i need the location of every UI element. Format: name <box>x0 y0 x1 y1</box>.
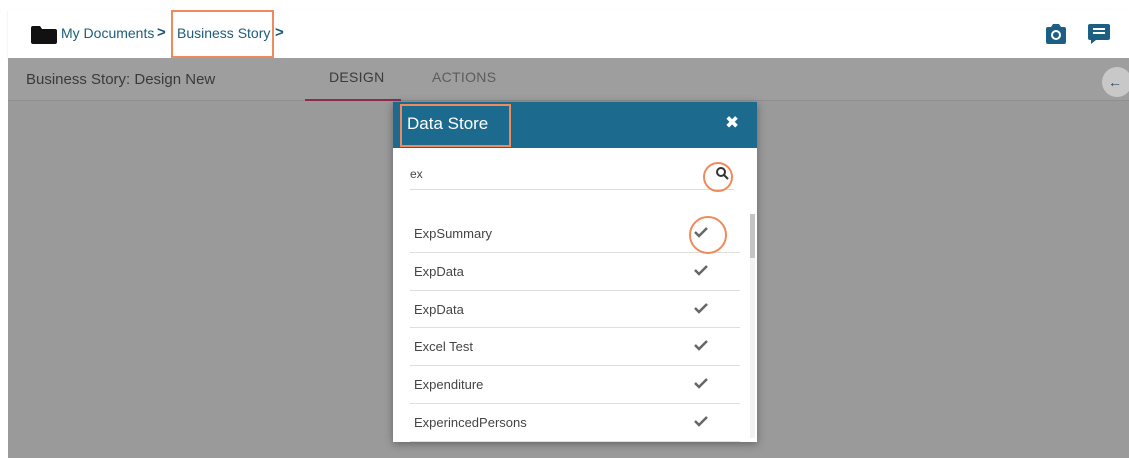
breadcrumb-my-documents[interactable]: My Documents <box>61 23 154 43</box>
breadcrumb-separator: > <box>157 24 166 41</box>
data-store-dialog: Data Store ✖ ExpSummary ExpData ExpData <box>393 102 757 442</box>
checkmark-icon[interactable] <box>694 302 708 314</box>
list-item-label: ExperincedPersons <box>414 414 527 430</box>
breadcrumb-separator: > <box>275 24 284 41</box>
list-item-label: Excel Test <box>414 339 474 355</box>
highlight-box <box>171 10 274 58</box>
search-field <box>410 158 734 190</box>
scrollbar-thumb[interactable] <box>750 214 755 258</box>
highlight-circle <box>689 216 727 254</box>
active-tab-indicator <box>305 99 401 101</box>
tab-design[interactable]: DESIGN <box>329 69 384 85</box>
top-bar: My Documents > Business Story > <box>8 10 1129 58</box>
list-item[interactable]: ExperincedPersons <box>410 404 740 442</box>
scrollbar[interactable] <box>750 214 755 438</box>
list-item-label: ExpData <box>414 301 464 317</box>
page: My Documents > Business Story > Business… <box>8 10 1129 458</box>
checkmark-icon[interactable] <box>694 415 708 427</box>
tab-actions[interactable]: ACTIONS <box>432 69 496 85</box>
list-item[interactable]: ExpData <box>410 291 740 329</box>
list-item[interactable]: Excel Test <box>410 328 740 367</box>
checkmark-icon[interactable] <box>694 339 708 352</box>
checkmark-icon[interactable] <box>694 377 708 389</box>
list-item[interactable]: Expenditure <box>410 366 740 404</box>
highlight-circle <box>703 162 733 192</box>
arrow-left-icon: ← <box>1108 74 1122 90</box>
story-title: Business Story: Design New <box>26 71 216 88</box>
list-item-label: ExpData <box>414 263 464 279</box>
search-input[interactable] <box>410 164 700 184</box>
back-button[interactable]: ← <box>1102 67 1129 97</box>
data-store-list: ExpSummary ExpData ExpData Excel Test Ex… <box>410 215 740 442</box>
highlight-box <box>400 104 511 147</box>
checkmark-icon[interactable] <box>694 264 708 276</box>
list-item-label: ExpSummary <box>414 226 493 241</box>
close-icon[interactable]: ✖ <box>725 113 739 133</box>
list-item-label: Expenditure <box>414 377 484 393</box>
folder-icon <box>31 26 57 44</box>
story-subheader: Business Story: Design New DESIGN ACTION… <box>8 58 1129 101</box>
list-item[interactable]: ExpData <box>410 253 740 291</box>
comment-icon[interactable] <box>1088 24 1110 44</box>
camera-icon[interactable] <box>1045 24 1067 44</box>
